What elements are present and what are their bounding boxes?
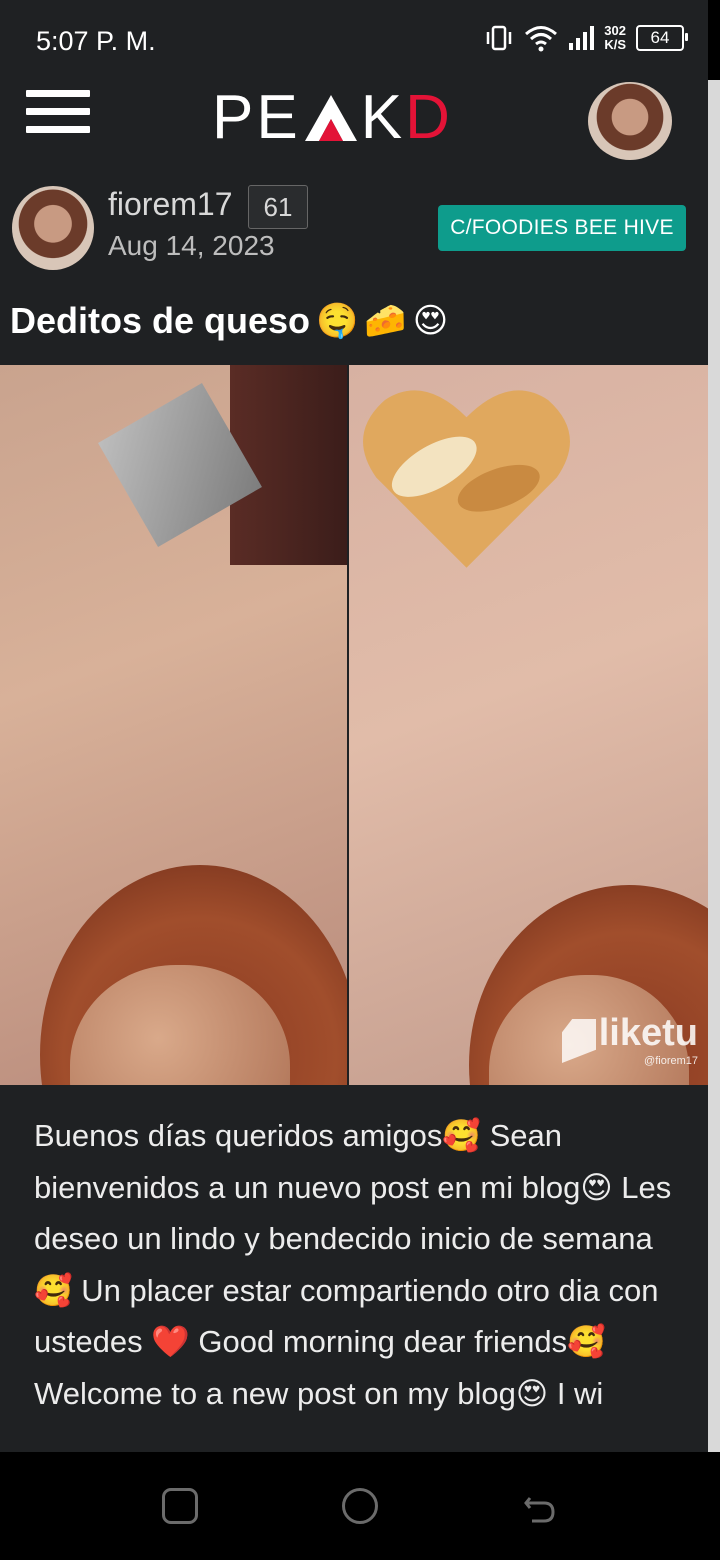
image-watermark: liketu @fiorem17 — [599, 1012, 698, 1067]
reputation-badge: 61 — [248, 185, 308, 229]
wifi-icon — [525, 26, 558, 52]
photo-right: liketu @fiorem17 — [349, 365, 708, 1085]
scrollbar-track[interactable] — [708, 80, 720, 1452]
status-icons: 302 K/S 64 — [484, 24, 688, 52]
drooling-face-icon: 🤤 — [316, 301, 359, 341]
status-time: 5:07 P. M. — [36, 26, 156, 56]
post-body-text: Buenos días queridos amigos🥰 Sean bienve… — [34, 1118, 672, 1411]
speed-value: 302 — [604, 23, 626, 38]
watermark-handle: @fiorem17 — [644, 1055, 698, 1067]
logo-a-mark-icon — [304, 94, 357, 141]
cheese-icon: 🧀 — [364, 301, 407, 341]
logo-text-d: D — [405, 83, 453, 152]
system-nav-bar — [0, 1452, 720, 1560]
battery-level: 64 — [650, 28, 670, 47]
logo-text-k: K — [360, 83, 406, 152]
post-title-text: Deditos de queso — [10, 300, 311, 341]
community-tag-button[interactable]: C/FOODIES BEE HIVE — [438, 205, 686, 251]
post-image[interactable]: liketu @fiorem17 — [0, 365, 708, 1085]
peakd-logo[interactable]: PE K D — [212, 82, 453, 153]
network-speed: 302 K/S — [604, 24, 626, 52]
app-screen: 5:07 P. M. 302 K/S 64 PE K D fiorem17 61… — [0, 0, 708, 1452]
speed-unit: K/S — [604, 37, 626, 52]
back-icon[interactable] — [520, 1488, 558, 1526]
battery-icon: 64 — [636, 25, 688, 51]
user-avatar[interactable] — [588, 82, 672, 160]
recent-apps-icon[interactable] — [162, 1488, 198, 1524]
home-icon[interactable] — [342, 1488, 378, 1524]
post-date: Aug 14, 2023 — [108, 230, 275, 261]
status-bar: 5:07 P. M. 302 K/S 64 — [0, 0, 708, 80]
signal-icon — [569, 26, 595, 50]
vibrate-icon — [487, 25, 512, 51]
post-title: Deditos de queso 🤤 🧀 😍 — [10, 300, 448, 342]
heart-inset-photo — [363, 390, 570, 568]
watermark-text: liketu — [598, 1012, 698, 1054]
app-header: PE K D — [0, 80, 708, 173]
logo-text-pe: PE — [212, 83, 301, 152]
menu-icon[interactable] — [26, 90, 90, 138]
photo-left — [0, 365, 347, 1085]
heart-eyes-icon: 😍 — [412, 301, 449, 341]
author-avatar[interactable] — [12, 186, 94, 270]
author-name[interactable]: fiorem17 — [108, 186, 233, 223]
